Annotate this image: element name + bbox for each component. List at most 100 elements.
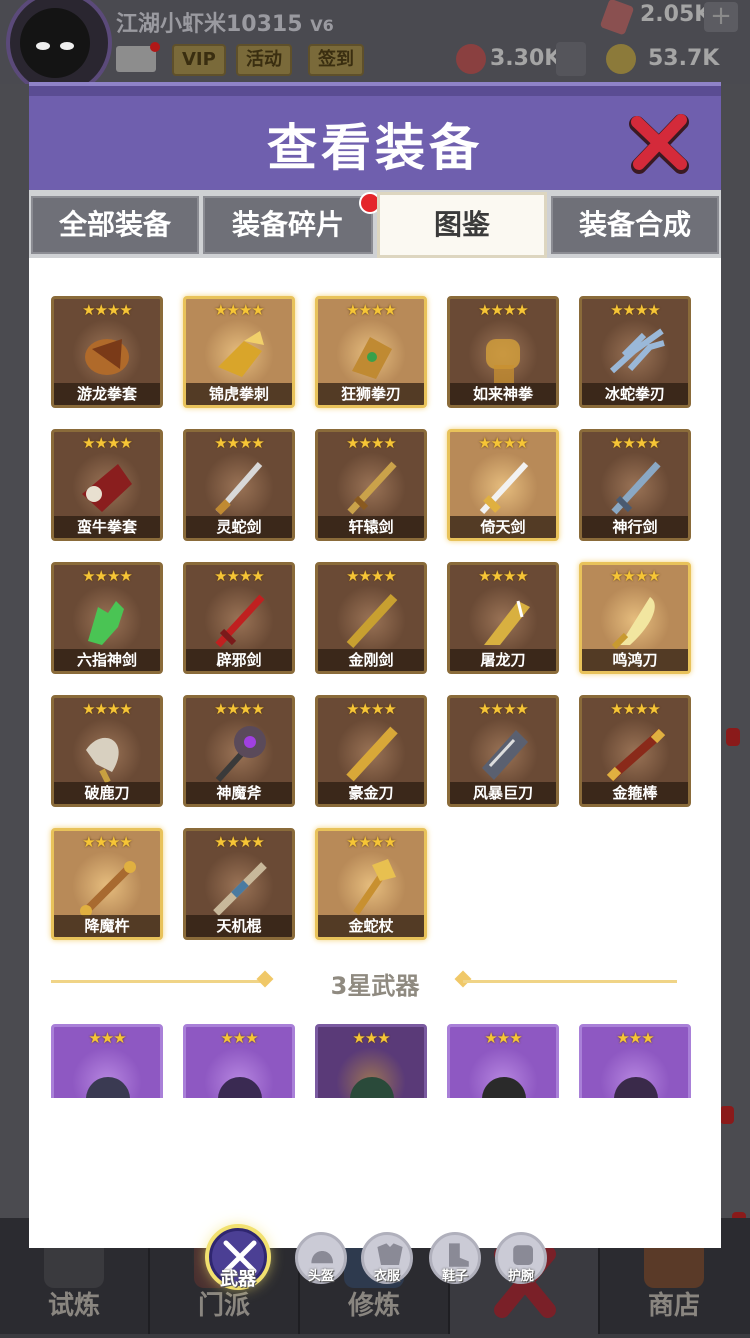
equipment-card[interactable]: ★★★	[315, 1024, 427, 1098]
add-gems-button[interactable]: +	[704, 2, 738, 32]
mail-icon[interactable]	[116, 42, 160, 72]
equipment-card[interactable]: ★★★★ 狂狮拳刃	[315, 296, 427, 408]
gold-blade-icon	[346, 726, 398, 782]
equipment-card[interactable]: ★★★	[579, 1024, 691, 1098]
equipment-card[interactable]: ★★★	[183, 1024, 295, 1098]
snake-sword-icon	[215, 462, 263, 515]
equipment-card[interactable]: ★★★★ 破鹿刀	[51, 695, 163, 807]
vip-button[interactable]: VIP	[172, 44, 226, 76]
equipment-name: 金刚剑	[318, 649, 424, 671]
yitian-sword-icon	[479, 461, 529, 515]
tab-label: 全部装备	[58, 208, 171, 241]
equipment-card[interactable]: ★★★★ 金刚剑	[315, 562, 427, 674]
equipment-card[interactable]: ★★★	[51, 1024, 163, 1098]
avatar-eye-icon	[36, 42, 50, 50]
equipment-card[interactable]: ★★★★ 屠龙刀	[447, 562, 559, 674]
minghong-blade-icon	[611, 597, 655, 650]
star-rating: ★★★★	[610, 567, 661, 585]
category-label: 武器	[220, 1269, 256, 1290]
equipment-card[interactable]: ★★★★ 豪金刀	[315, 695, 427, 807]
jade-claw-icon	[350, 1077, 394, 1098]
equipment-card[interactable]: ★★★★ 金蛇杖	[315, 828, 427, 940]
star-rating: ★★★	[484, 1029, 522, 1047]
category-label: 护腕	[507, 1269, 534, 1284]
equipment-card[interactable]: ★★★★ 如来神拳	[447, 296, 559, 408]
equipment-name: 天机棍	[186, 915, 292, 937]
honor-info-button[interactable]	[556, 42, 586, 76]
star-rating: ★★★★	[214, 833, 265, 851]
tab-codex[interactable]: 图鉴	[377, 192, 547, 258]
equipment-name: 如来神拳	[450, 383, 556, 405]
tab-all-equipment[interactable]: 全部装备	[31, 196, 199, 254]
gem-icon	[599, 0, 635, 36]
player-name-text: 江湖小虾米10315	[116, 12, 303, 37]
category-bracer[interactable]: 护腕	[495, 1232, 547, 1284]
red-sword-icon	[215, 594, 265, 648]
iron-glove-icon	[482, 1077, 526, 1098]
equipment-card[interactable]: ★★★★ 锦虎拳刺	[183, 296, 295, 408]
tab-label: 装备碎片	[231, 208, 344, 241]
equipment-card[interactable]: ★★★★ 倚天剑	[447, 429, 559, 541]
equipment-name: 神行剑	[582, 516, 688, 538]
equipment-card[interactable]: ★★★	[447, 1024, 559, 1098]
star-rating: ★★★★	[214, 567, 265, 585]
tab-equipment-fragments[interactable]: 装备碎片	[203, 192, 381, 254]
category-boots[interactable]: 鞋子	[429, 1232, 481, 1284]
equipment-card[interactable]: ★★★★ 灵蛇剑	[183, 429, 295, 541]
equipment-card[interactable]: ★★★★ 神行剑	[579, 429, 691, 541]
modal-header: 查看装备	[29, 82, 721, 194]
tab-label: 图鉴	[433, 208, 490, 241]
equipment-card[interactable]: ★★★★ 金箍棒	[579, 695, 691, 807]
star-rating: ★★★★	[478, 700, 529, 718]
honor-count: 3.30K	[490, 46, 562, 71]
equipment-card[interactable]: ★★★★ 神魔斧	[183, 695, 295, 807]
divider-right	[463, 980, 677, 983]
equipment-name: 游龙拳套	[54, 383, 160, 405]
category-label: 头盔	[307, 1269, 334, 1284]
divider-left	[51, 980, 269, 983]
equipment-card[interactable]: ★★★★ 六指神剑	[51, 562, 163, 674]
tab-bar: 全部装备 装备碎片 图鉴 装备合成	[29, 190, 721, 258]
lion-fist-blade-icon	[352, 337, 392, 379]
equipment-card[interactable]: ★★★★ 天机棍	[183, 828, 295, 940]
golden-snake-staff-icon	[353, 859, 396, 915]
category-crossed-swords[interactable]: 武器	[209, 1228, 267, 1290]
star-rating: ★★★★	[82, 700, 133, 718]
equipment-card[interactable]: ★★★★ 降魔杵	[51, 828, 163, 940]
equipment-name: 鸣鸿刀	[582, 649, 688, 671]
background-right	[721, 84, 750, 1220]
xuanyuan-sword-icon	[347, 461, 397, 515]
equipment-card[interactable]: ★★★★ 蛮牛拳套	[51, 429, 163, 541]
star-rating: ★★★	[220, 1029, 258, 1047]
checkin-button[interactable]: 签到	[308, 44, 364, 76]
equipment-card[interactable]: ★★★★ 冰蛇拳刃	[579, 296, 691, 408]
equipment-card[interactable]: ★★★★ 轩辕剑	[315, 429, 427, 541]
equipment-modal: 查看装备 全部装备 装备碎片 图鉴 装备合成 3星武器 ★★★★ 游龙拳套 ★★…	[29, 82, 721, 1290]
buddha-fist-icon	[486, 339, 520, 383]
activity-button[interactable]: 活动	[236, 44, 292, 76]
star-rating: ★★★★	[214, 700, 265, 718]
tab-equipment-synthesis[interactable]: 装备合成	[551, 196, 719, 254]
dragon-gauntlet-icon	[85, 339, 129, 375]
equipment-name: 倚天剑	[450, 516, 556, 538]
spiked-gauntlet-icon	[86, 1077, 130, 1098]
category-label: 衣服	[373, 1269, 400, 1284]
category-helmet[interactable]: 头盔	[295, 1232, 347, 1284]
close-button[interactable]	[627, 112, 691, 176]
equipment-name: 豪金刀	[318, 782, 424, 804]
equipment-card[interactable]: ★★★★ 风暴巨刀	[447, 695, 559, 807]
equipment-card[interactable]: ★★★★ 鸣鸿刀	[579, 562, 691, 674]
honor-icon	[456, 44, 486, 74]
star-rating: ★★★★	[346, 567, 397, 585]
equipment-card[interactable]: ★★★★ 辟邪剑	[183, 562, 295, 674]
category-armor[interactable]: 衣服	[361, 1232, 413, 1284]
section-title: 3星武器	[330, 972, 420, 1000]
background-notification-dot	[726, 728, 740, 746]
equipment-name: 灵蛇剑	[186, 516, 292, 538]
avatar-eye-icon	[60, 42, 74, 50]
equipment-card[interactable]: ★★★★ 游龙拳套	[51, 296, 163, 408]
equipment-name: 蛮牛拳套	[54, 516, 160, 538]
bull-gauntlet-icon	[82, 464, 132, 512]
golden-sword-icon	[346, 593, 398, 649]
equipment-name: 破鹿刀	[54, 782, 160, 804]
